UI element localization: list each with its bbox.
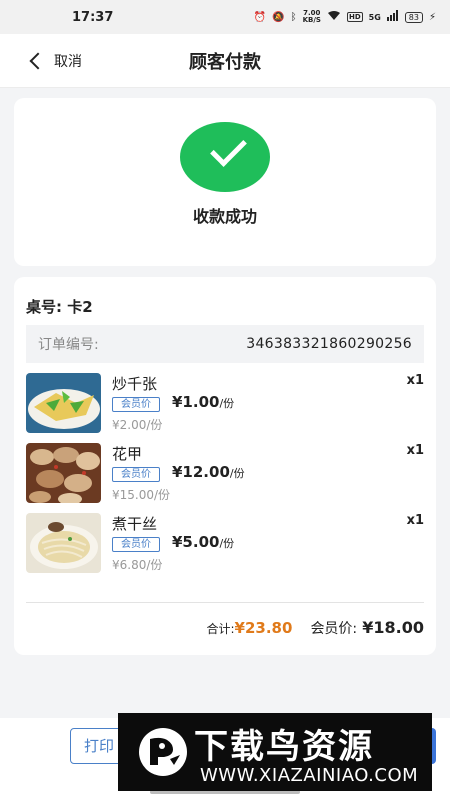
cancel-label: 取消 <box>54 54 82 70</box>
mute-icon: 🔕 <box>272 11 285 23</box>
dish-name: 煮干丝 <box>112 515 158 533</box>
member-total-label: 会员价: <box>310 621 358 637</box>
member-price-value: ¥5.00 <box>172 533 220 551</box>
original-price: ¥15.00/份 <box>112 488 171 502</box>
original-price: ¥6.80/份 <box>112 558 163 572</box>
status-icons: ⏰ 🔕 ᛒ 7.00 KB/S HD 5G 83 ⚡ <box>254 10 436 24</box>
watermark-url: WWW.XIAZAINIAO.COM <box>200 765 419 786</box>
order-number-row: 订单编号: 346383321860290256 <box>26 325 424 363</box>
order-number-value: 346383321860290256 <box>246 336 412 352</box>
member-total: 会员价: ¥18.00 <box>310 618 424 638</box>
network-speed: 7.00 KB/S <box>303 10 321 24</box>
chevron-left-icon <box>29 52 47 70</box>
total-value: ¥23.80 <box>234 619 293 637</box>
dish-image <box>26 443 101 503</box>
original-price: ¥2.00/份 <box>112 418 163 432</box>
member-total-value: ¥18.00 <box>362 618 424 637</box>
member-price: ¥12.00/份 <box>172 463 245 481</box>
table-number: 桌号: 卡2 <box>26 298 93 316</box>
hd-badge: HD <box>346 12 363 22</box>
success-text: 收款成功 <box>192 207 257 226</box>
payment-success-card: 收款成功 <box>14 98 436 266</box>
list-item: 花甲 x1 会员价 ¥12.00/份 ¥15.00/份 <box>26 443 424 503</box>
dish-image <box>26 513 101 573</box>
status-time: 17:37 <box>72 9 114 25</box>
network-speed-unit: KB/S <box>302 16 321 24</box>
member-price-tag: 会员价 <box>112 467 160 482</box>
member-price: ¥5.00/份 <box>172 533 234 551</box>
signal-bars-icon <box>386 10 399 24</box>
total: 合计:¥23.80 <box>207 618 293 637</box>
status-bar: 17:37 ⏰ 🔕 ᛒ 7.00 KB/S HD 5G 83 ⚡ <box>0 0 450 34</box>
bird-logo-icon <box>136 725 190 779</box>
dish-quantity: x1 <box>406 443 424 458</box>
battery-indicator: 83 <box>404 11 423 23</box>
dish-name: 花甲 <box>112 445 143 463</box>
total-label: 合计: <box>206 622 235 636</box>
dish-quantity: x1 <box>406 513 424 528</box>
alarm-icon: ⏰ <box>253 11 267 23</box>
nav-bar: 取消 顾客付款 <box>0 34 450 88</box>
order-card: 桌号: 卡2 订单编号: 346383321860290256 炒千张 x1 会… <box>14 277 436 655</box>
signal-label: 5G <box>368 12 381 22</box>
member-price-tag: 会员价 <box>112 397 160 412</box>
divider <box>26 602 424 603</box>
check-icon <box>180 122 270 192</box>
dish-name: 炒千张 <box>112 375 158 393</box>
price-unit: /份 <box>219 397 235 410</box>
dish-quantity: x1 <box>406 373 424 388</box>
member-price: ¥1.00/份 <box>172 393 234 411</box>
watermark-banner: 下载鸟资源 WWW.XIAZAINIAO.COM <box>118 713 432 791</box>
price-unit: /份 <box>219 537 235 550</box>
order-totals: 合计:¥23.80 会员价: ¥18.00 <box>207 618 425 638</box>
charging-icon: ⚡ <box>428 11 436 23</box>
watermark-title: 下载鸟资源 <box>194 727 374 767</box>
member-price-value: ¥1.00 <box>172 393 220 411</box>
member-price-tag: 会员价 <box>112 537 160 552</box>
bluetooth-icon: ᛒ <box>290 11 297 23</box>
order-number-label: 订单编号: <box>38 337 99 353</box>
list-item: 煮干丝 x1 会员价 ¥5.00/份 ¥6.80/份 <box>26 513 424 573</box>
wifi-icon <box>327 10 341 24</box>
price-unit: /份 <box>229 467 245 480</box>
dish-image <box>26 373 101 433</box>
member-price-value: ¥12.00 <box>172 463 230 481</box>
cancel-button[interactable]: 取消 <box>29 34 82 88</box>
list-item: 炒千张 x1 会员价 ¥1.00/份 ¥2.00/份 <box>26 373 424 433</box>
